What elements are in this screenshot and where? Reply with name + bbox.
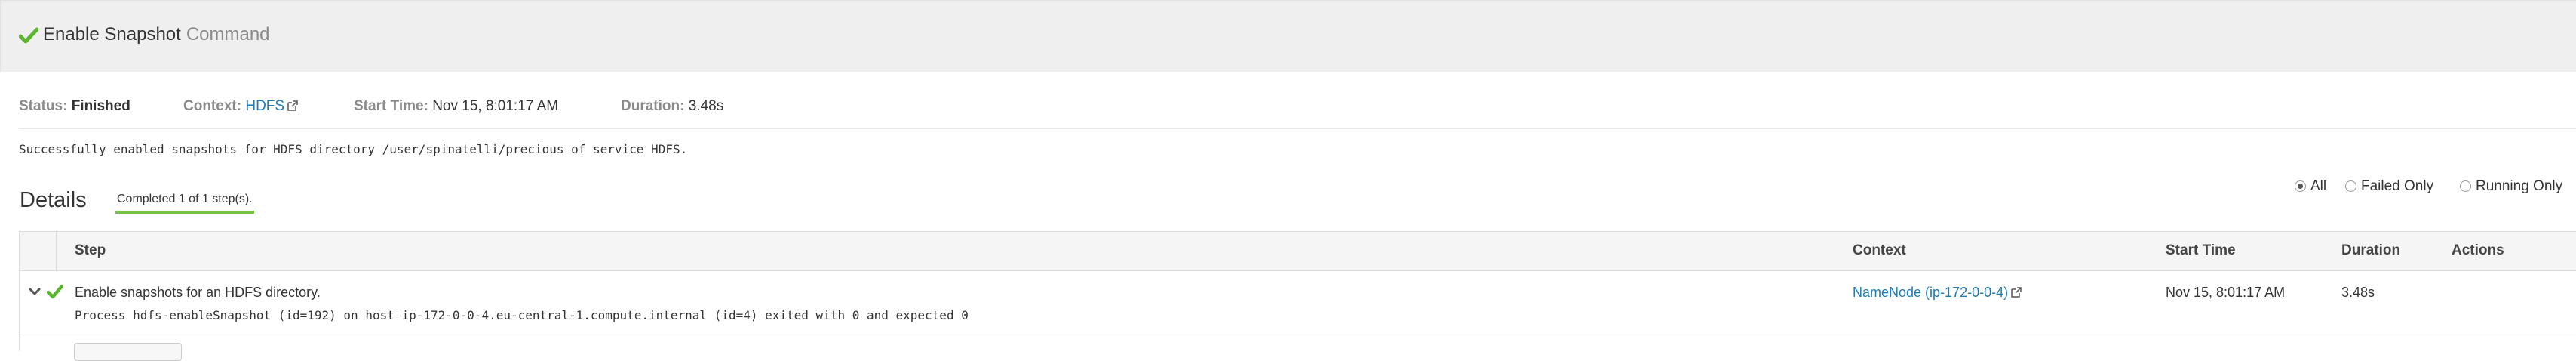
duration-label: Duration: [621, 98, 685, 114]
command-name: Enable Snapshot [43, 24, 181, 45]
column-header-duration[interactable]: Duration [2341, 242, 2400, 259]
column-divider [56, 232, 57, 271]
filter-failed-only-radio[interactable]: Failed Only [2345, 178, 2433, 195]
step-detail: Process hdfs-enableSnapshot (id=192) on … [75, 308, 969, 322]
check-icon [47, 284, 63, 299]
progress-text: Completed 1 of 1 step(s). [117, 193, 253, 205]
filter-running-only-label: Running Only [2476, 178, 2563, 194]
check-icon [19, 27, 38, 44]
step-start-time: Nov 15, 8:01:17 AM [2166, 285, 2286, 300]
page-title: Enable Snapshot Command [43, 24, 270, 45]
context-link[interactable]: HDFS [245, 98, 284, 114]
filter-all-radio[interactable]: All [2295, 178, 2326, 195]
duration-value: 3.48s [688, 98, 724, 114]
external-link-icon[interactable] [2011, 287, 2022, 298]
column-header-actions: Actions [2452, 242, 2504, 258]
step-title: Enable snapshots for an HDFS directory. [75, 285, 321, 300]
status-label: Status: [19, 98, 68, 114]
start-time-field: Start Time: Nov 15, 8:01:17 AM [354, 98, 558, 115]
start-time-label: Start Time: [354, 98, 428, 114]
duration-field: Duration: 3.48s [621, 98, 723, 115]
filter-all-label: All [2310, 178, 2327, 194]
column-header-start-time[interactable]: Start Time [2166, 242, 2236, 259]
context-label: Context: [183, 98, 242, 114]
external-link-icon[interactable] [287, 100, 298, 111]
steps-table: Step Context Start Time Duration Actions… [19, 231, 2576, 361]
status-field: Status: Finished [19, 98, 130, 115]
details-heading: Details [20, 188, 87, 212]
start-time-value: Nov 15, 8:01:17 AM [432, 98, 559, 114]
divider [19, 128, 2576, 129]
progress-indicator: Completed 1 of 1 step(s). [115, 193, 254, 214]
status-value: Finished [71, 98, 130, 114]
command-subtitle: Command [186, 24, 270, 45]
chevron-down-icon[interactable] [28, 286, 41, 297]
filter-running-only-radio[interactable]: Running Only [2460, 178, 2562, 195]
column-header-context[interactable]: Context [1853, 242, 1906, 259]
column-header-step[interactable]: Step [75, 242, 106, 259]
step-context: NameNode (ip-172-0-0-4) [1853, 285, 2022, 301]
radio-unselected-icon[interactable] [2345, 180, 2356, 192]
command-header: Enable Snapshot Command [0, 0, 2576, 72]
radio-selected-icon[interactable] [2295, 180, 2306, 192]
load-more-button[interactable] [74, 343, 182, 361]
result-message: Successfully enabled snapshots for HDFS … [19, 142, 688, 156]
context-field: Context: HDFS [183, 98, 298, 115]
table-header: Step Context Start Time Duration Actions [20, 232, 2576, 271]
table-row: Enable snapshots for an HDFS directory. … [20, 271, 2576, 338]
context-link[interactable]: NameNode (ip-172-0-0-4) [1853, 285, 2008, 300]
filter-failed-only-label: Failed Only [2361, 178, 2434, 194]
radio-unselected-icon[interactable] [2460, 180, 2471, 192]
step-duration: 3.48s [2341, 285, 2375, 300]
